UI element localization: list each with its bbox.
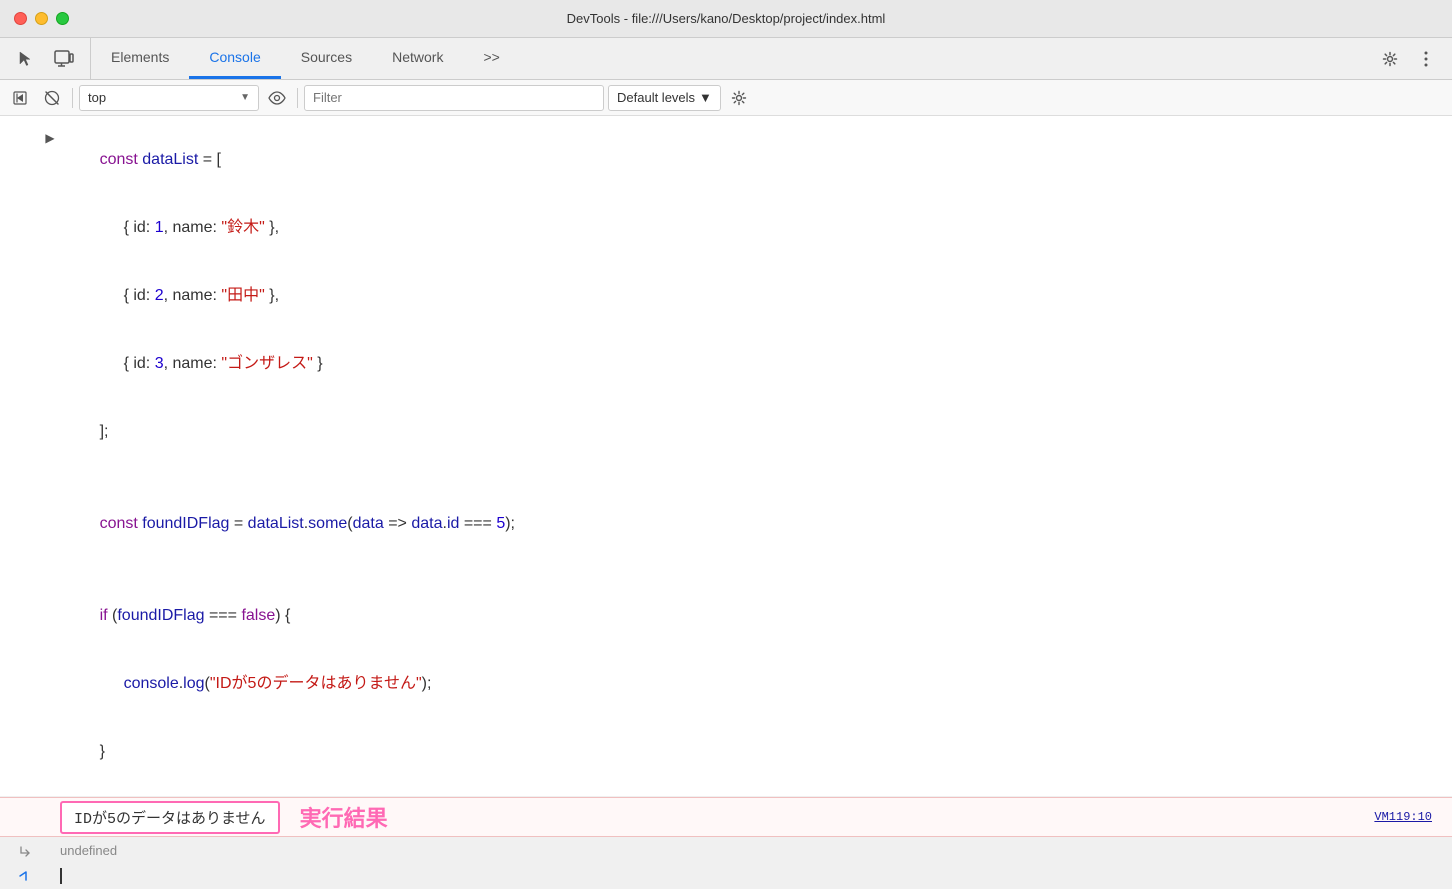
code-line-9: } [0,718,1452,786]
toolbar-divider-2 [297,88,298,108]
console-settings-button[interactable] [725,84,753,112]
titlebar: DevTools - file:///Users/kano/Desktop/pr… [0,0,1452,38]
log-output-line: IDが5のデータはありません 実行結果 VM119:10 [0,797,1452,837]
code-content-7: if (foundIDFlag === false) { [60,583,1452,649]
code-line-4: { id: 3, name: "ゴンザレス" } [0,330,1452,398]
log-annotation: 実行結果 [300,801,388,833]
tab-sources[interactable]: Sources [281,38,372,79]
expand-arrow-1[interactable]: ▶ [40,127,60,149]
toolbar-divider-1 [72,88,73,108]
clear-console-button[interactable] [38,84,66,112]
code-line-6: const foundIDFlag = dataList.some(data =… [0,490,1452,558]
filter-input[interactable] [304,85,604,111]
tab-network[interactable]: Network [372,38,463,79]
code-line-empty-1 [0,466,1452,490]
input-prompt [0,869,40,883]
code-line-7: if (foundIDFlag === false) { [0,582,1452,650]
tabs-right-actions [1364,38,1452,79]
titlebar-buttons [14,12,69,25]
code-content-8: console.log("IDが5のデータはありません"); [60,651,1452,717]
code-line-1: ▶ const dataList = [ [0,126,1452,194]
tab-console[interactable]: Console [189,38,280,79]
code-content-5: ]; [60,399,1452,465]
tabs-bar: Elements Console Sources Network >> [0,38,1452,80]
devtools-settings-button[interactable] [1374,43,1406,75]
maximize-button[interactable] [56,12,69,25]
code-content-9: } [60,719,1452,785]
code-line-5: ]; [0,398,1452,466]
context-label: top [88,90,106,105]
tab-icon-area [0,38,91,79]
code-content-4: { id: 3, name: "ゴンザレス" } [60,331,1452,397]
return-arrow [0,843,40,857]
cursor-blink [60,868,62,884]
window-title: DevTools - file:///Users/kano/Desktop/pr… [567,11,886,26]
console-toolbar: top ▼ Default levels ▼ [0,80,1452,116]
undefined-line: undefined [0,837,1452,863]
context-selector[interactable]: top ▼ [79,85,259,111]
log-levels-button[interactable]: Default levels ▼ [608,85,721,111]
code-line-3: { id: 2, name: "田中" }, [0,262,1452,330]
device-icon-button[interactable] [48,43,80,75]
tabs-list: Elements Console Sources Network >> [91,38,1364,79]
levels-arrow: ▼ [699,90,712,105]
minimize-button[interactable] [35,12,48,25]
log-output-text: IDが5のデータはありません [60,801,280,834]
code-line-2: { id: 1, name: "鈴木" }, [0,194,1452,262]
context-arrow: ▼ [240,92,250,103]
code-content-1: const dataList = [ [60,127,1452,193]
run-scripts-button[interactable] [6,84,34,112]
cursor-line [0,863,1452,889]
live-expressions-button[interactable] [263,84,291,112]
tab-elements[interactable]: Elements [91,38,189,79]
code-line-8: console.log("IDが5のデータはありません"); [0,650,1452,718]
code-content-3: { id: 2, name: "田中" }, [60,263,1452,329]
cursor-icon-button[interactable] [10,43,42,75]
code-line-empty-2 [0,558,1452,582]
code-content-2: { id: 1, name: "鈴木" }, [60,195,1452,261]
tab-more[interactable]: >> [463,38,519,79]
levels-label: Default levels [617,90,695,105]
close-button[interactable] [14,12,27,25]
devtools-menu-button[interactable] [1410,43,1442,75]
code-block: ▶ const dataList = [ { id: 1, name: "鈴木"… [0,116,1452,797]
console-output: ▶ const dataList = [ { id: 1, name: "鈴木"… [0,116,1452,822]
code-content-6: const foundIDFlag = dataList.some(data =… [60,491,1452,557]
undefined-text: undefined [40,843,117,858]
